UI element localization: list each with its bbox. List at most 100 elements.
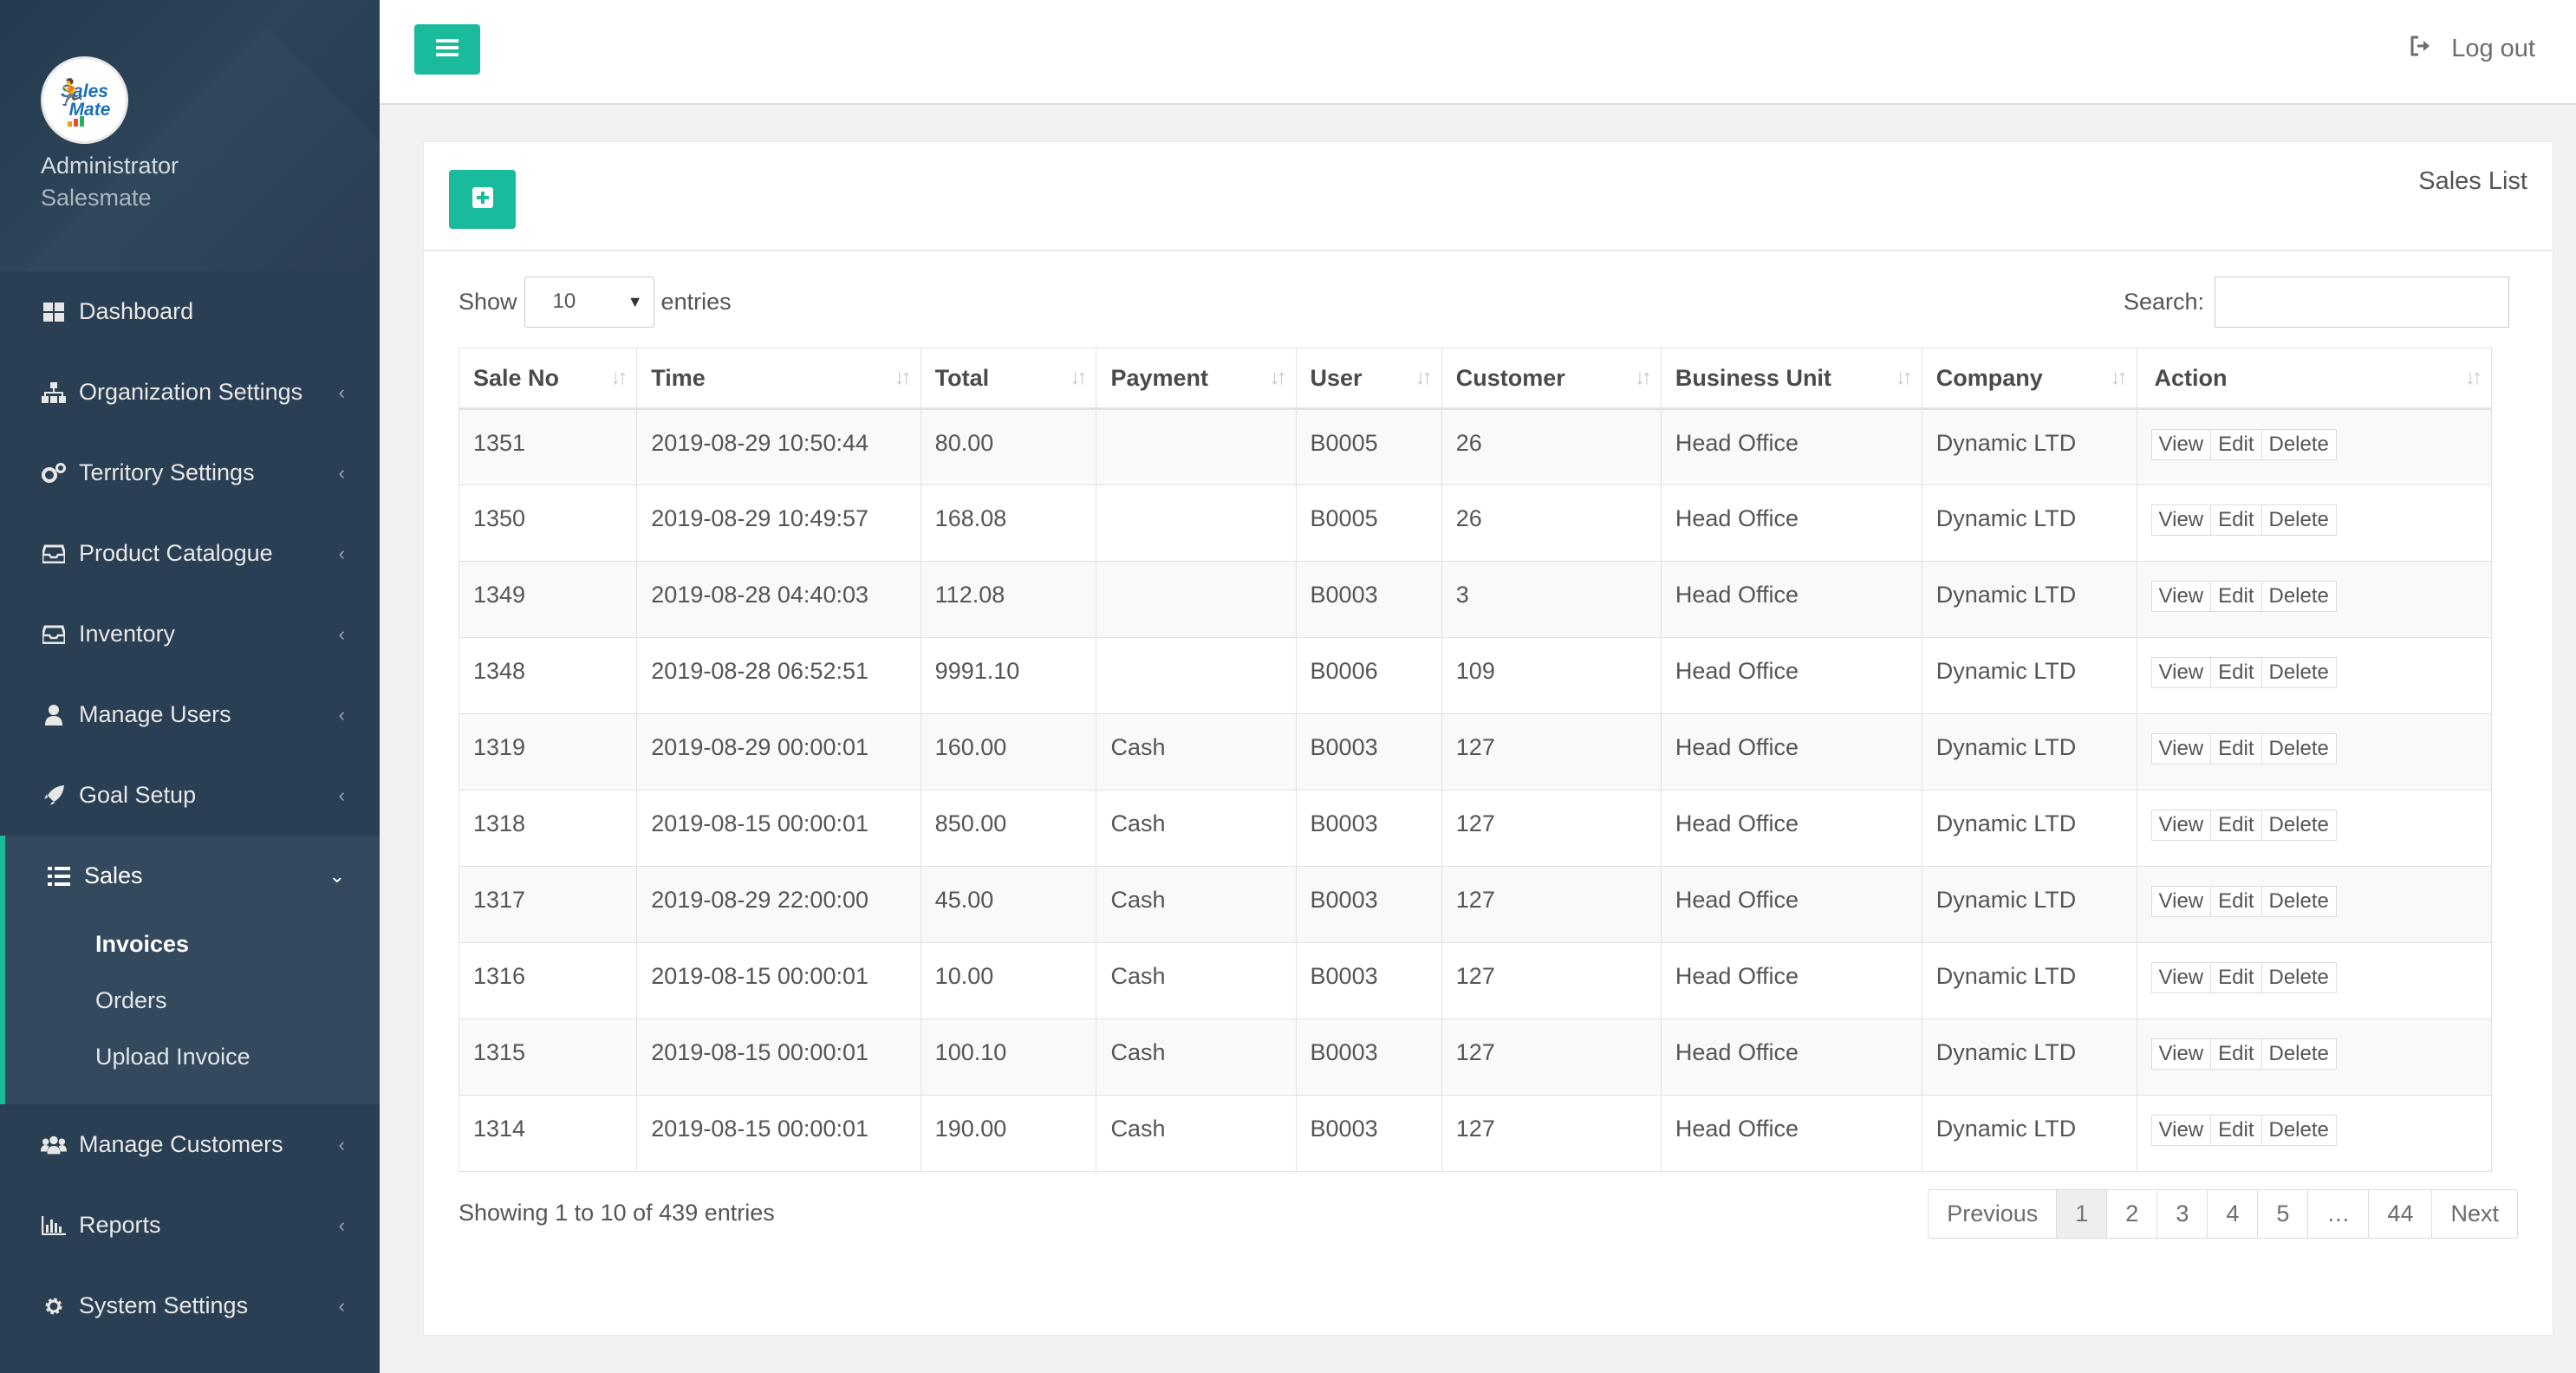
view-button[interactable]: View	[2150, 733, 2212, 765]
view-button[interactable]: View	[2150, 429, 2212, 460]
view-button[interactable]: View	[2150, 504, 2212, 536]
action-cell: View Edit Delete	[2136, 637, 2493, 714]
table-cell: 2019-08-15 00:00:01	[636, 790, 921, 867]
action-cell: View Edit Delete	[2136, 485, 2493, 562]
view-button[interactable]: View	[2150, 810, 2212, 841]
delete-button[interactable]: Delete	[2261, 886, 2337, 917]
previous-page-button[interactable]: Previous	[1929, 1190, 2056, 1238]
column-header[interactable]: Sale No ↓↑	[458, 348, 638, 410]
sidebar-item-label: Territory Settings	[79, 459, 255, 485]
sidebar-item-dashboard[interactable]: Dashboard	[0, 271, 380, 352]
action-button-group: View Edit Delete	[2150, 962, 2337, 993]
action-button-group: View Edit Delete	[2150, 1038, 2337, 1070]
action-cell: View Edit Delete	[2136, 713, 2493, 791]
column-header[interactable]: Total ↓↑	[920, 348, 1097, 410]
entries-per-page-select[interactable]: 10 ▼	[524, 276, 654, 328]
column-header[interactable]: User ↓↑	[1295, 348, 1442, 410]
table-cell: 112.08	[920, 561, 1097, 638]
sort-icon: ↓↑	[1269, 366, 1287, 389]
table-controls: Show 10 ▼ entries Search:	[459, 276, 2509, 328]
delete-button[interactable]: Delete	[2261, 733, 2337, 765]
column-header[interactable]: Business Unit ↓↑	[1660, 348, 1922, 410]
salesmate-logo[interactable]: 🏃 Sales Mate	[41, 56, 128, 144]
delete-button[interactable]: Delete	[2261, 581, 2337, 612]
profile-section: 🏃 Sales Mate Administrator Salesmate	[0, 0, 380, 271]
view-button[interactable]: View	[2150, 1038, 2212, 1070]
table-cell: B0003	[1295, 1018, 1442, 1096]
action-button-group: View Edit Delete	[2150, 733, 2337, 765]
edit-button[interactable]: Edit	[2211, 429, 2262, 460]
edit-button[interactable]: Edit	[2211, 733, 2262, 765]
edit-button[interactable]: Edit	[2211, 886, 2262, 917]
sidebar-item-manage-users[interactable]: Manage Users ‹	[0, 674, 380, 755]
page-button[interactable]: 2	[2106, 1190, 2156, 1238]
edit-button[interactable]: Edit	[2211, 1038, 2262, 1070]
sidebar-item-goal-setup[interactable]: Goal Setup ‹	[0, 755, 380, 836]
delete-button[interactable]: Delete	[2261, 657, 2337, 688]
table-cell: B0003	[1295, 713, 1442, 791]
table-cell: 10.00	[920, 942, 1097, 1019]
page-button[interactable]: 5	[2257, 1190, 2307, 1238]
column-header[interactable]: Customer ↓↑	[1441, 348, 1662, 410]
column-header[interactable]: Action ↓↑	[2136, 348, 2493, 410]
table-body: 1351 2019-08-29 10:50:44 80.00 B0005 26 Head …	[458, 408, 2493, 1172]
sidebar-item-reports[interactable]: Reports ‹	[0, 1185, 380, 1266]
delete-button[interactable]: Delete	[2261, 1038, 2337, 1070]
dashboard-icon	[41, 302, 67, 322]
table-row: 1318 2019-08-15 00:00:01 850.00 Cash B0003 12…	[458, 790, 2493, 867]
action-cell: View Edit Delete	[2136, 561, 2493, 638]
page-button[interactable]: 1	[2056, 1190, 2107, 1238]
cogs-icon	[41, 462, 67, 485]
column-header[interactable]: Time ↓↑	[636, 348, 921, 410]
table-cell: 1319	[458, 713, 638, 791]
view-button[interactable]: View	[2150, 962, 2212, 993]
table-cell: 127	[1441, 942, 1662, 1019]
sidebar-item-sales[interactable]: Sales ⌄	[5, 836, 380, 916]
column-header-label: Company	[1935, 364, 2043, 391]
edit-button[interactable]: Edit	[2211, 581, 2262, 612]
logout-link[interactable]: Log out	[2410, 35, 2535, 63]
next-page-button[interactable]: Next	[2431, 1190, 2517, 1238]
edit-button[interactable]: Edit	[2211, 1115, 2262, 1146]
column-header[interactable]: Payment ↓↑	[1096, 348, 1297, 410]
action-button-group: View Edit Delete	[2150, 886, 2337, 917]
sidebar-item-label: Goal Setup	[79, 782, 197, 808]
sidebar-item-system-settings[interactable]: System Settings ‹	[0, 1266, 380, 1346]
action-cell: View Edit Delete	[2136, 408, 2493, 485]
sidebar-item-inventory[interactable]: Inventory ‹	[0, 594, 380, 674]
sidebar-item-organization-settings[interactable]: Organization Settings ‹	[0, 352, 380, 433]
sidebar-item-territory-settings[interactable]: Territory Settings ‹	[0, 433, 380, 513]
sidebar-item-manage-customers[interactable]: Manage Customers ‹	[0, 1104, 380, 1185]
delete-button[interactable]: Delete	[2261, 429, 2337, 460]
submenu-item-upload-invoice[interactable]: Upload Invoice	[5, 1029, 380, 1085]
add-sale-button[interactable]	[449, 170, 516, 229]
table-cell: Head Office	[1660, 1095, 1922, 1172]
panel-header: Sales List	[424, 142, 2553, 251]
table-row: 1348 2019-08-28 06:52:51 9991.10 B0006 109 He…	[458, 637, 2493, 714]
view-button[interactable]: View	[2150, 886, 2212, 917]
delete-button[interactable]: Delete	[2261, 962, 2337, 993]
sidebar-item-product-catalogue[interactable]: Product Catalogue ‹	[0, 513, 380, 594]
table-cell: 1318	[458, 790, 638, 867]
delete-button[interactable]: Delete	[2261, 1115, 2337, 1146]
view-button[interactable]: View	[2150, 1115, 2212, 1146]
table-cell: Head Office	[1660, 408, 1922, 485]
submenu-item-orders[interactable]: Orders	[5, 973, 380, 1029]
page-button[interactable]: 4	[2207, 1190, 2257, 1238]
search-input[interactable]	[2215, 276, 2509, 328]
delete-button[interactable]: Delete	[2261, 504, 2337, 536]
view-button[interactable]: View	[2150, 581, 2212, 612]
delete-button[interactable]: Delete	[2261, 810, 2337, 841]
page-button[interactable]: 3	[2156, 1190, 2207, 1238]
table-cell: B0003	[1295, 1095, 1442, 1172]
edit-button[interactable]: Edit	[2211, 504, 2262, 536]
submenu-item-invoices[interactable]: Invoices	[5, 916, 380, 973]
view-button[interactable]: View	[2150, 657, 2212, 688]
menu-toggle-button[interactable]	[414, 24, 480, 75]
page-button[interactable]: 44	[2368, 1190, 2431, 1238]
edit-button[interactable]: Edit	[2211, 962, 2262, 993]
column-header[interactable]: Company ↓↑	[1921, 348, 2137, 410]
edit-button[interactable]: Edit	[2211, 657, 2262, 688]
chevron-left-icon: ‹	[338, 1214, 345, 1236]
edit-button[interactable]: Edit	[2211, 810, 2262, 841]
